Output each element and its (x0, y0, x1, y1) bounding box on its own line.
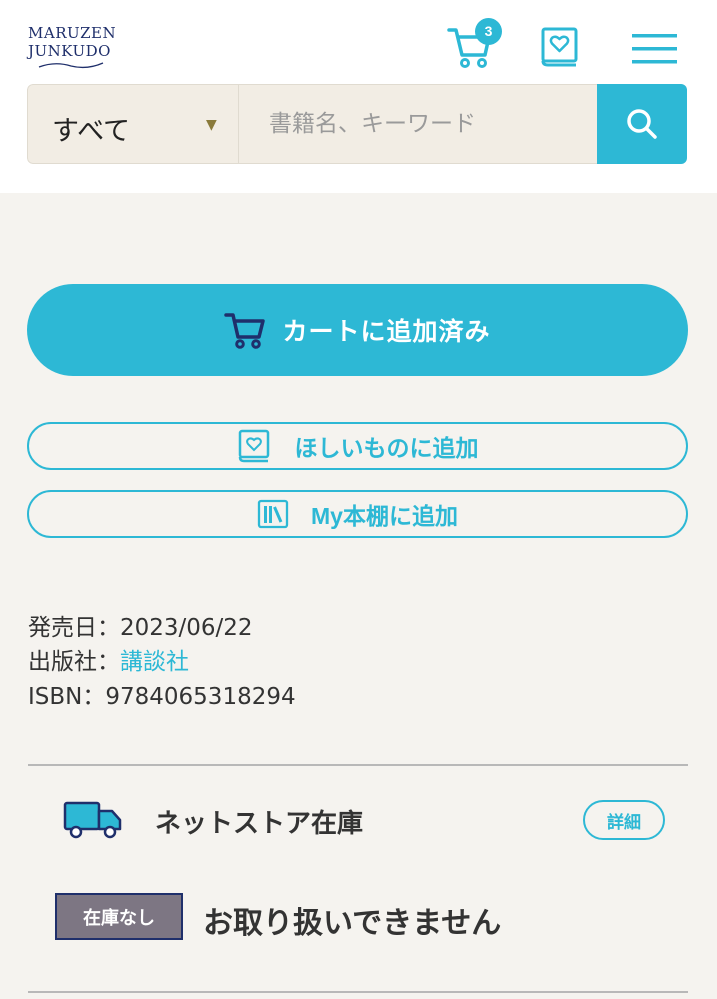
wishlist-book-icon (238, 429, 269, 463)
section-divider (28, 764, 688, 766)
section-divider (28, 991, 688, 993)
net-store-stock-title: ネットストア在庫 (155, 809, 364, 839)
search-input[interactable] (239, 84, 597, 164)
cart-added-label: カートに追加済み (282, 318, 491, 346)
logo-line2: JUNKUDO (28, 42, 111, 60)
isbn-row: ISBN：9784065318294 (28, 677, 296, 711)
cart-count-badge: 3 (475, 18, 502, 45)
site-logo[interactable]: MARUZEN JUNKUDO (28, 24, 120, 72)
publisher-row: 出版社：講談社 (28, 642, 189, 676)
truck-icon (63, 801, 122, 839)
wishlist-book-icon[interactable] (539, 26, 581, 68)
logo-wave-icon (38, 62, 104, 69)
search-category-select[interactable]: すべて ▼ (27, 84, 239, 164)
bookshelf-icon (257, 499, 289, 529)
publisher-label: 出版社： (28, 649, 120, 675)
stock-detail-button[interactable]: 詳細 (583, 800, 665, 840)
stock-status-message: お取り扱いできません (203, 906, 502, 941)
dropdown-arrow-icon: ▼ (206, 117, 217, 133)
add-to-bookshelf-button[interactable]: My本棚に追加 (27, 490, 688, 538)
add-to-wishlist-button[interactable]: ほしいものに追加 (27, 422, 688, 470)
search-category-value: すべて (52, 116, 131, 147)
isbn-label: ISBN： (28, 684, 106, 710)
release-date-row: 発売日：2023/06/22 (28, 608, 253, 642)
cart-icon (224, 313, 266, 349)
search-button[interactable] (597, 84, 687, 164)
site-header: MARUZEN JUNKUDO 3 すべて ▼ (0, 0, 717, 193)
header-cart-button[interactable]: 3 (446, 18, 508, 70)
hamburger-menu-icon[interactable] (632, 32, 678, 66)
cart-added-button[interactable]: カートに追加済み (27, 284, 688, 376)
logo-line1: MARUZEN (28, 24, 117, 42)
release-date-value: 2023/06/22 (120, 615, 253, 641)
search-icon (627, 109, 657, 139)
publisher-link[interactable]: 講談社 (120, 649, 189, 675)
out-of-stock-badge: 在庫なし (55, 893, 183, 940)
release-date-label: 発売日： (28, 615, 120, 641)
add-to-bookshelf-label: My本棚に追加 (311, 503, 458, 529)
isbn-value: 9784065318294 (105, 684, 296, 710)
add-to-wishlist-label: ほしいものに追加 (294, 435, 479, 461)
search-bar: すべて ▼ (27, 84, 687, 164)
